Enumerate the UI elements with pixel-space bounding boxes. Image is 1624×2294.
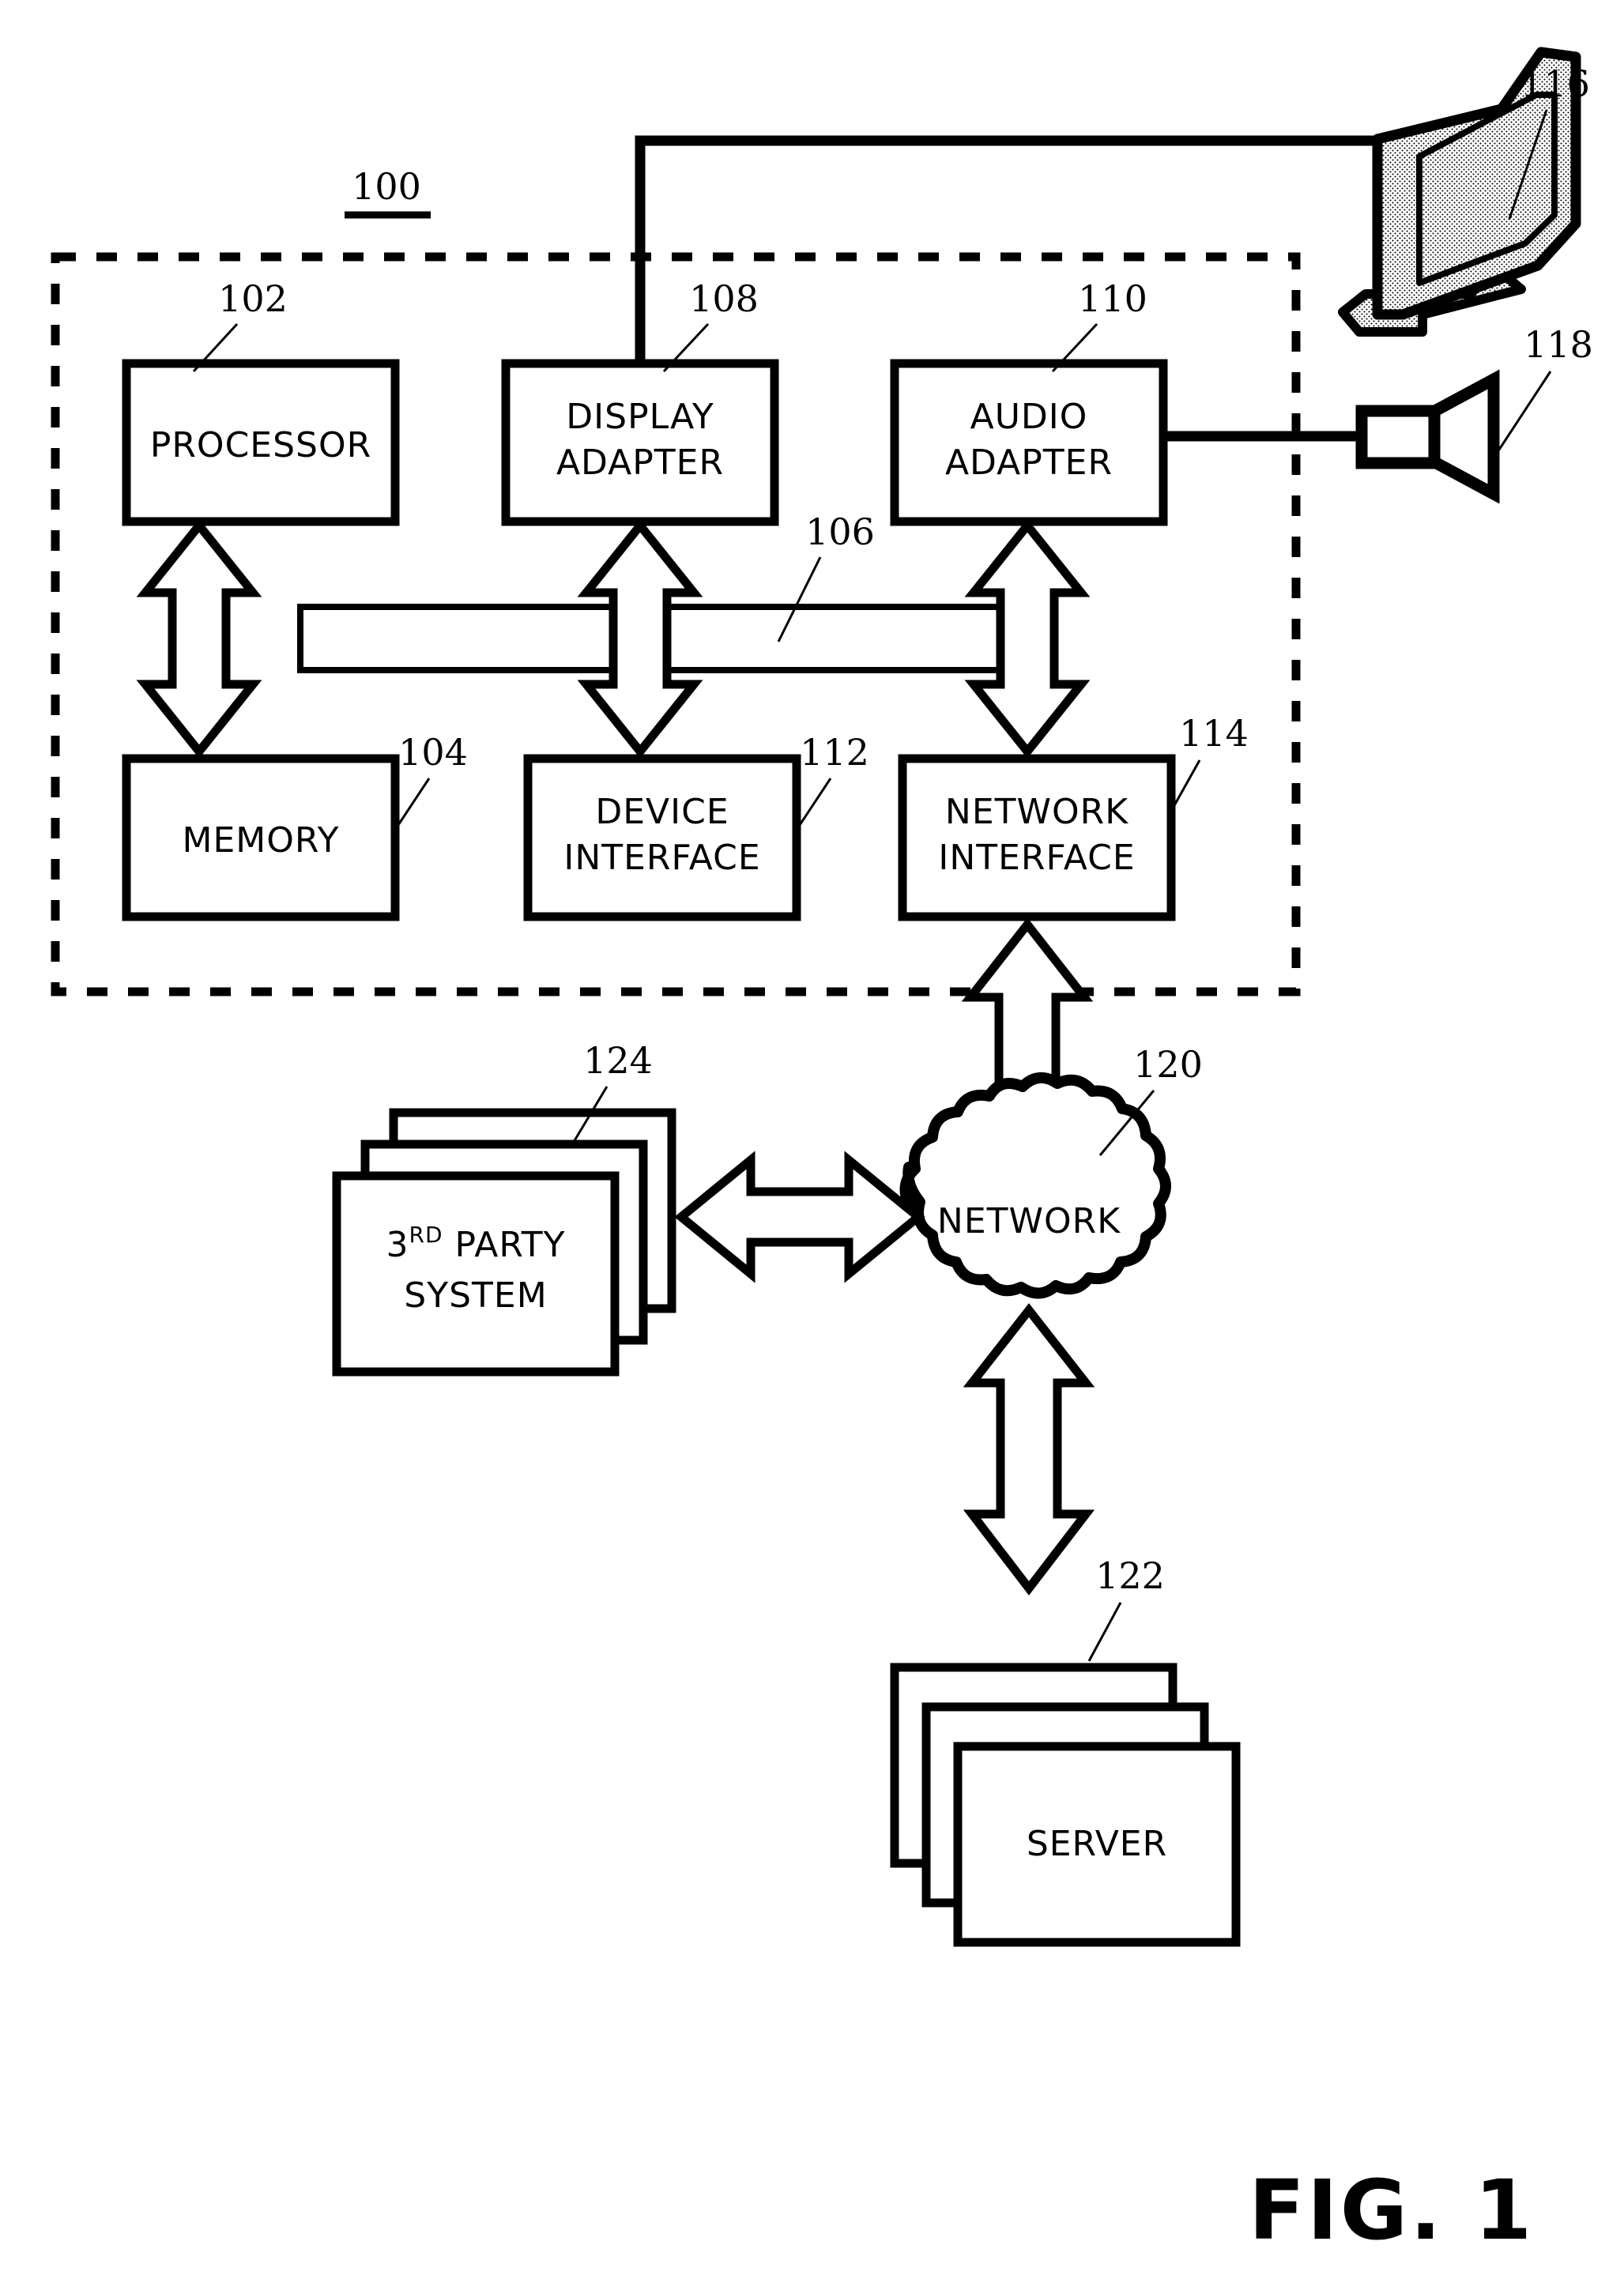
third-party-system[interactable]: 3RD PARTY SYSTEM <box>332 1108 676 1377</box>
device-interface-label-line1: DEVICE <box>595 792 729 832</box>
device-interface-label-line2: INTERFACE <box>563 838 760 878</box>
ref-label-106: 106 <box>805 510 875 553</box>
network-cloud-label: NETWORK <box>937 1201 1121 1241</box>
figure-label: FIG. 1 <box>1249 2162 1534 2258</box>
ref-label-112: 112 <box>800 731 869 774</box>
ref-label-100: 100 <box>352 165 421 208</box>
audio-adapter-label-line2: ADAPTER <box>945 443 1113 483</box>
display-adapter-label-line2: ADAPTER <box>556 443 724 483</box>
block-processor[interactable]: PROCESSOR <box>122 359 400 526</box>
audio-adapter-label-line1: AUDIO <box>970 397 1088 437</box>
third-party-sheet-front[interactable] <box>332 1171 620 1377</box>
ref-label-122: 122 <box>1095 1554 1165 1597</box>
block-display-adapter[interactable]: DISPLAY ADAPTER <box>501 359 779 526</box>
processor-label: PROCESSOR <box>150 425 371 465</box>
speaker-body <box>1355 405 1441 469</box>
block-memory[interactable]: MEMORY <box>122 754 400 921</box>
ref-label-110: 110 <box>1078 277 1147 320</box>
ref-label-108: 108 <box>689 277 759 320</box>
third-party-label-line2: SYSTEM <box>404 1275 547 1316</box>
ref-label-124: 124 <box>583 1039 653 1082</box>
block-audio-adapter[interactable]: AUDIO ADAPTER <box>890 359 1168 526</box>
network-interface-label-line1: NETWORK <box>945 792 1129 832</box>
memory-label: MEMORY <box>183 820 340 861</box>
network-cloud[interactable]: NETWORK <box>899 1072 1171 1299</box>
system-ref-100: 100 <box>345 165 431 219</box>
third-party-ordinal: 3 <box>386 1225 409 1265</box>
ref-label-102: 102 <box>218 277 288 320</box>
third-party-ordinal-suffix: RD <box>409 1222 443 1248</box>
third-party-party-word: PARTY <box>443 1225 566 1265</box>
server-stack[interactable]: SERVER <box>890 1663 1241 1947</box>
display-adapter-label-line1: DISPLAY <box>566 397 714 437</box>
ref-label-114: 114 <box>1179 712 1249 755</box>
server-label: SERVER <box>1027 1824 1167 1864</box>
ref-label-116: 116 <box>1520 62 1590 105</box>
cloud-icon <box>899 1072 1171 1299</box>
page-background <box>0 0 1624 2294</box>
block-network-interface[interactable]: NETWORK INTERFACE <box>898 754 1176 921</box>
network-interface-label-line2: INTERFACE <box>938 838 1135 878</box>
block-device-interface[interactable]: DEVICE INTERFACE <box>523 754 801 921</box>
ref-label-120: 120 <box>1133 1043 1203 1086</box>
patent-figure: 100 106 PROCESSOR 102 DISPLAY ADAPTER 10… <box>0 0 1624 2294</box>
ref-label-118: 118 <box>1524 323 1593 366</box>
ref-label-104: 104 <box>398 731 468 774</box>
